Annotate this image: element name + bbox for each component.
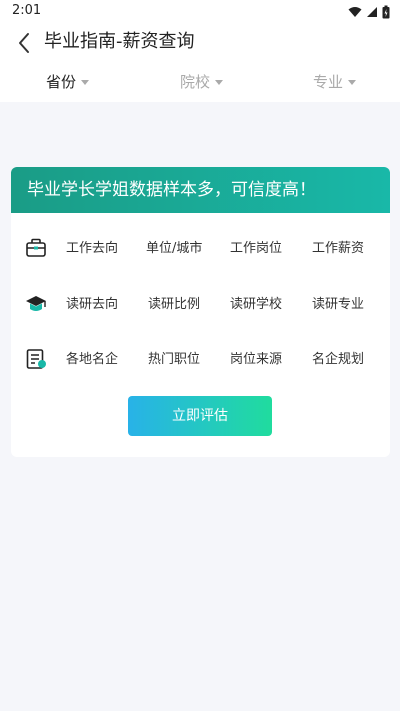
wifi-icon xyxy=(348,7,362,17)
status-time: 2:01 xyxy=(12,3,42,18)
filter-school[interactable]: 院校 xyxy=(180,72,224,92)
chevron-down-icon xyxy=(81,79,90,85)
signal-icon xyxy=(367,7,377,17)
graduation-cap-icon xyxy=(25,293,47,315)
briefcase-icon xyxy=(25,237,47,259)
chevron-down-icon xyxy=(215,79,224,85)
feature-item[interactable]: 热门职位 xyxy=(148,352,200,368)
evaluate-button[interactable]: 立即评估 xyxy=(128,396,272,436)
status-bar: 2:01 xyxy=(0,0,400,24)
chevron-down-icon xyxy=(348,79,357,85)
banner-text: 毕业学长学姐数据样本多，可信度高！ xyxy=(27,180,316,200)
feature-item[interactable]: 读研比例 xyxy=(148,297,200,313)
filter-province[interactable]: 省份 xyxy=(46,72,90,92)
filter-major-label: 专业 xyxy=(313,73,344,91)
filter-school-label: 院校 xyxy=(180,73,211,91)
title-bar: 毕业指南-薪资查询 xyxy=(0,24,400,62)
filter-major[interactable]: 专业 xyxy=(313,72,357,92)
status-icons xyxy=(348,4,390,20)
filter-bar: 省份 院校 专业 xyxy=(0,62,400,102)
feature-item[interactable]: 岗位来源 xyxy=(230,352,282,368)
feature-row-work: 工作去向 单位/城市 工作岗位 工作薪资 xyxy=(11,234,390,264)
back-button[interactable] xyxy=(12,30,38,56)
report-icon xyxy=(25,348,47,370)
feature-item[interactable]: 各地名企 xyxy=(66,352,118,368)
battery-icon xyxy=(382,5,390,19)
card-banner: 毕业学长学姐数据样本多，可信度高！ xyxy=(11,167,390,213)
feature-item[interactable]: 名企规划 xyxy=(312,352,364,368)
feature-item[interactable]: 读研去向 xyxy=(66,297,118,313)
page-title: 毕业指南-薪资查询 xyxy=(44,31,195,52)
feature-item[interactable]: 工作薪资 xyxy=(312,241,364,257)
feature-row-postgrad: 读研去向 读研比例 读研学校 读研专业 xyxy=(11,290,390,320)
feature-item[interactable]: 单位/城市 xyxy=(146,241,202,257)
feature-row-companies: 各地名企 热门职位 岗位来源 名企规划 xyxy=(11,345,390,375)
back-arrow-icon xyxy=(19,33,29,53)
feature-item[interactable]: 读研学校 xyxy=(230,297,282,313)
feature-item[interactable]: 读研专业 xyxy=(312,297,364,313)
feature-item[interactable]: 工作去向 xyxy=(66,241,118,257)
feature-item[interactable]: 工作岗位 xyxy=(230,241,282,257)
salary-query-card: 毕业学长学姐数据样本多，可信度高！ 工作去向 单位/城市 工作岗位 工作薪资 读… xyxy=(11,167,390,457)
filter-province-label: 省份 xyxy=(46,73,77,91)
